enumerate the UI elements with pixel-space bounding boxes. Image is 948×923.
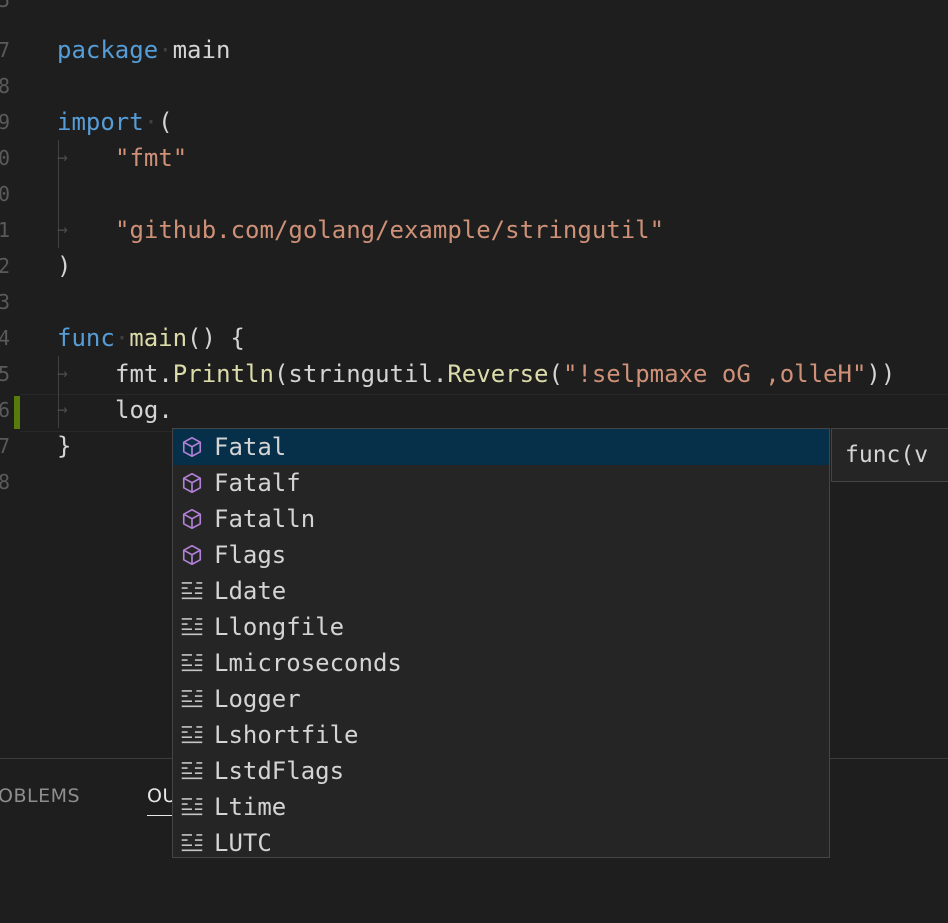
identifier: fmt. (115, 360, 173, 388)
method-cube-icon (180, 435, 204, 459)
line-number: 7 (0, 38, 10, 62)
code-line-import[interactable]: import·( (57, 104, 173, 140)
line-number: 8 (0, 470, 10, 494)
line-number: 4 (0, 326, 10, 350)
suggestion-item[interactable]: Ldate (173, 573, 829, 609)
suggestion-item[interactable]: Flags (173, 537, 829, 573)
code-line-func-close[interactable]: } (57, 428, 71, 464)
identifier: log. (115, 396, 173, 424)
suggestion-item[interactable]: Logger (173, 681, 829, 717)
suggestion-label: Fatalln (214, 505, 316, 533)
code-line-println[interactable]: fmt.Println(stringutil.Reverse("!selpmax… (115, 356, 895, 392)
punctuation: ) (57, 252, 72, 280)
punctuation: ( (158, 108, 173, 136)
suggestion-label: Fatalf (214, 469, 301, 497)
suggestion-item[interactable]: LUTC (173, 825, 829, 857)
constant-lines-icon (180, 579, 204, 603)
line-number: 3 (0, 290, 10, 314)
code-line-import-stringutil[interactable]: "github.com/golang/example/stringutil" (115, 212, 664, 248)
string-literal: "!selpmaxe oG ,olleH" (562, 360, 867, 388)
suggestion-widget[interactable]: Fatal Fatalf Fatalln Flags Ldate Llongfile Lmi… (172, 428, 830, 858)
string-literal: "github.com/golang/example/stringutil" (115, 216, 665, 244)
suggestion-label: Fatal (214, 433, 287, 461)
punctuation: } (57, 432, 72, 460)
constant-lines-icon (180, 795, 204, 819)
code-line-func-main[interactable]: func·main() { (57, 320, 245, 356)
suggestion-label: Lmicroseconds (214, 649, 402, 677)
constant-lines-icon (180, 831, 204, 855)
line-number: 2 (0, 254, 10, 278)
tab-problems[interactable]: OBLEMS (0, 785, 80, 807)
suggestion-details: func(v (831, 428, 948, 482)
function-name: Println (172, 360, 274, 388)
suggestion-label: Llongfile (214, 613, 345, 641)
line-gutter: 5 7 8 9 0 0 1 2 3 4 5 6 7 8 (0, 0, 20, 758)
constant-lines-icon (180, 759, 204, 783)
function-name: Reverse (447, 360, 549, 388)
line-number: 1 (0, 218, 10, 242)
keyword: func (57, 324, 115, 352)
punctuation: )) (866, 360, 896, 388)
constant-lines-icon (180, 723, 204, 747)
suggestion-label: LUTC (214, 829, 272, 857)
code-line-import-fmt[interactable]: "fmt" (115, 140, 187, 176)
suggestion-list: Fatal Fatalf Fatalln Flags Ldate Llongfile Lmi… (173, 429, 829, 857)
suggestion-label: Logger (214, 685, 301, 713)
code-line-package[interactable]: package·main (57, 32, 230, 68)
tab-arrow-icon: → (57, 219, 68, 240)
punctuation: () { (187, 324, 245, 352)
suggestion-label: LstdFlags (214, 757, 345, 785)
method-cube-icon (180, 507, 204, 531)
suggestion-item[interactable]: Lmicroseconds (173, 645, 829, 681)
suggestion-label: Ldate (214, 577, 287, 605)
suggestion-item[interactable]: LstdFlags (173, 753, 829, 789)
function-name: main (129, 324, 188, 352)
suggestion-label: Flags (214, 541, 287, 569)
keyword: package (57, 36, 159, 64)
suggestion-item[interactable]: Ltime (173, 789, 829, 825)
constant-lines-icon (180, 615, 204, 639)
signature-text: func(v (845, 442, 929, 468)
suggestion-label: Ltime (214, 793, 287, 821)
tab-arrow-icon: → (57, 399, 68, 420)
suggestion-item[interactable]: Fatal (173, 429, 829, 465)
suggestion-item[interactable]: Fatalf (173, 465, 829, 501)
method-cube-icon (180, 543, 204, 567)
method-cube-icon (180, 471, 204, 495)
tab-arrow-icon: → (57, 363, 68, 384)
constant-lines-icon (180, 687, 204, 711)
line-number: 7 (0, 434, 10, 458)
suggestion-item[interactable]: Llongfile (173, 609, 829, 645)
constant-lines-icon (180, 651, 204, 675)
identifier: main (172, 36, 231, 64)
line-number: 5 (0, 362, 10, 386)
line-number: 0 (0, 146, 10, 170)
identifier: (stringutil. (273, 360, 448, 388)
line-number: 5 (0, 0, 10, 12)
tab-arrow-icon: → (57, 147, 68, 168)
string-literal: "fmt" (115, 144, 188, 172)
line-number: 0 (0, 182, 10, 206)
line-number: 6 (0, 398, 10, 422)
line-number: 9 (0, 110, 10, 134)
suggestion-item[interactable]: Fatalln (173, 501, 829, 537)
keyword: import (57, 108, 144, 136)
code-line-log[interactable]: log. (115, 392, 173, 428)
line-number: 8 (0, 74, 10, 98)
suggestion-item[interactable]: Lshortfile (173, 717, 829, 753)
suggestion-label: Lshortfile (214, 721, 359, 749)
code-line-import-close[interactable]: ) (57, 248, 71, 284)
punctuation: ( (548, 360, 563, 388)
